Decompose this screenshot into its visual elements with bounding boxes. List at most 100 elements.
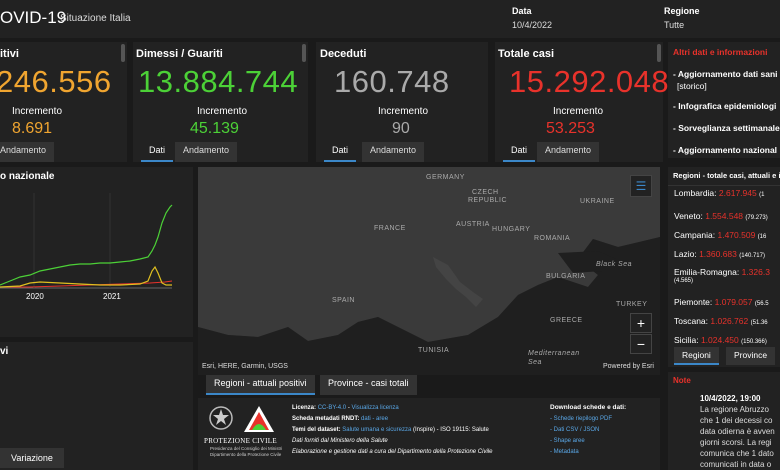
kpi-totale-panel: Totale casi 15.292.048 Incremento 53.253… (495, 42, 669, 162)
altri-dati-panel: Altri dati e informazioni - Aggiornament… (668, 42, 780, 158)
map-tabs: Regioni - attuali positivi Province - ca… (198, 375, 660, 397)
date-value[interactable]: 10/4/2022 (512, 20, 552, 30)
header-bar: OVID-19 Situazione Italia Data 10/4/2022… (0, 0, 780, 38)
fonte-text: Dati forniti dal Ministero della Salute (292, 438, 388, 444)
map-label-hungary: HUNGARY (492, 226, 531, 233)
tab-map-province[interactable]: Province - casi totali (320, 375, 417, 395)
download-shape-link[interactable]: - Shape aree (550, 438, 585, 444)
map-label-czech: CZECH (472, 189, 499, 196)
download-csv-link[interactable]: - Dati CSV / JSON (550, 427, 599, 433)
download-metadata-link[interactable]: - Metadata (550, 449, 579, 455)
region-extra: (51.36 (750, 320, 768, 326)
tab-andamento[interactable]: Andamento (537, 142, 600, 162)
list-icon: ☰ (635, 179, 647, 193)
altri-dati-link-storico[interactable]: [storico] (677, 81, 707, 91)
kpi-positivi-title: itivi (0, 48, 19, 60)
region-extra: (1 (759, 192, 765, 198)
temi-line: Temi del dataset: Salute umana e sicurez… (292, 427, 489, 433)
list-item[interactable]: Veneto: 1.554.548 (79.273) (674, 211, 768, 221)
series-positivi (0, 265, 172, 288)
scheda-label: Scheda metadati RNDT: (292, 416, 360, 422)
list-item[interactable]: Lazio: 1.360.683 (140.717) (674, 249, 765, 259)
licenza-link[interactable]: Visualizza licenza (352, 405, 399, 411)
region-name: Toscana: (674, 316, 709, 326)
tab-list-regioni[interactable]: Regioni (674, 347, 719, 365)
kpi-positivi-inc-value: 8.691 (12, 120, 53, 137)
kpi-deceduti-tabs: Dati Andamento (324, 142, 484, 162)
app-subtitle: Situazione Italia (60, 13, 131, 24)
tab-dati[interactable]: Dati (141, 142, 174, 162)
kpi-totale-tabs: Dati Andamento (503, 142, 663, 162)
elab-text: Elaborazione e gestione dati a cura del … (292, 449, 493, 455)
trend-panel: o nazionale 2020 2021 (0, 167, 193, 337)
tab-dati[interactable]: Dati (324, 142, 357, 162)
regioni-list-panel: Regioni - totale casi, attuali e in Lomb… (668, 167, 780, 367)
altri-dati-link-3[interactable]: - Sorveglianza settimanale (673, 123, 780, 133)
kpi-deceduti-inc-value: 90 (392, 120, 410, 137)
trend-xtick-2020: 2020 (26, 292, 44, 301)
series-guariti (0, 204, 173, 286)
map-label-ukraine: UKRAINE (580, 198, 615, 205)
region-name: Lazio: (674, 249, 697, 259)
licenza-value[interactable]: CC-BY-4.0 (318, 405, 346, 411)
note-line-1: La regione Abruzzo (700, 405, 769, 414)
list-item[interactable]: Sicilia: 1.024.450 (150.366) (674, 335, 767, 345)
list-item[interactable]: Campania: 1.470.509 (16 (674, 230, 766, 240)
temi-value[interactable]: Salute umana e sicurezza (342, 427, 411, 433)
altri-dati-link-2[interactable]: - Infografica epidemiologi (673, 101, 776, 111)
zoom-out-button[interactable]: − (630, 334, 652, 354)
variazione-tab[interactable]: Variazione (0, 448, 64, 468)
map-panel[interactable]: GERMANY CZECH REPUBLIC UKRAINE AUSTRIA F… (198, 167, 660, 375)
list-item[interactable]: Piemonte: 1.079.057 (56.5 (674, 297, 769, 307)
tab-list-province[interactable]: Province (726, 347, 776, 365)
kpi-positivi-inc-label: Incremento (12, 106, 63, 117)
map-powered-by[interactable]: Powered by Esri (603, 363, 654, 370)
pc-title: PROTEZIONE CIVILE (204, 437, 277, 445)
kpi-positivi-scrollbar[interactable] (121, 44, 125, 62)
region-name: Lombardia: (674, 188, 717, 198)
trend-chart (0, 193, 173, 289)
footer-panel: PROTEZIONE CIVILE Presidenza del Consigl… (198, 398, 660, 470)
region-name: Campania: (674, 230, 716, 240)
zoom-in-button[interactable]: + (630, 313, 652, 333)
map-legend-button[interactable]: ☰ (630, 175, 652, 197)
altri-dati-link-1[interactable]: - Aggiornamento dati sani (673, 69, 778, 79)
map-label-black-sea: Black Sea (596, 261, 633, 268)
list-item[interactable]: Lombardia: 2.617.945 (1 (674, 188, 764, 198)
altri-dati-link-4[interactable]: - Aggiornamento nazional (673, 145, 777, 155)
kpi-totale-inc-label: Incremento (553, 106, 604, 117)
region-value: 1.554.548 (705, 211, 744, 221)
region-name: Veneto: (674, 211, 703, 221)
app-title: OVID-19 (0, 8, 67, 27)
kpi-positivi-tabs: Andamento (0, 142, 127, 162)
region-value: 1.079.057 (714, 297, 753, 307)
tab-dati[interactable]: Dati (503, 142, 536, 162)
tab-map-regioni[interactable]: Regioni - attuali positivi (206, 375, 315, 395)
map-label-spain: SPAIN (332, 297, 355, 304)
region-extra: (4.565) (674, 278, 694, 284)
list-item[interactable]: Emilia-Romagna: 1.326.3 (674, 267, 770, 277)
kpi-totale-scrollbar[interactable] (657, 44, 661, 62)
kpi-deceduti-title: Deceduti (320, 48, 367, 60)
trend-title: o nazionale (0, 171, 55, 182)
tab-andamento[interactable]: Andamento (0, 142, 55, 162)
map-label-germany: GERMANY (426, 174, 465, 181)
map-attribution: Esri, HERE, Garmin, USGS (202, 363, 288, 370)
map-label-mediterranean: Mediterranean Sea (528, 350, 580, 366)
region-value[interactable]: Tutte (664, 20, 684, 30)
tab-andamento[interactable]: Andamento (175, 142, 238, 162)
kpi-totale-value: 15.292.048 (509, 64, 670, 99)
regioni-list-title: Regioni - totale casi, attuali e in (673, 171, 780, 180)
tab-andamento[interactable]: Andamento (362, 142, 425, 162)
kpi-dimessi-scrollbar[interactable] (302, 44, 306, 62)
download-title: Download schede e dati: (550, 404, 627, 411)
note-line-4: giorni scorsi. La regi (700, 438, 772, 447)
download-pdf-link[interactable]: - Schede riepilogo PDF (550, 416, 612, 422)
pc-sub1: Presidenza del Consiglio dei Ministri (210, 446, 283, 451)
map-label-tunisia: TUNISIA (418, 347, 450, 354)
map-label-romania: ROMANIA (534, 235, 571, 242)
list-item[interactable]: Toscana: 1.026.762 (51.36 (674, 316, 768, 326)
region-value: 1.470.509 (717, 230, 756, 240)
variazione-title: vi (0, 346, 9, 357)
scheda-value[interactable]: dati - aree (361, 416, 388, 422)
